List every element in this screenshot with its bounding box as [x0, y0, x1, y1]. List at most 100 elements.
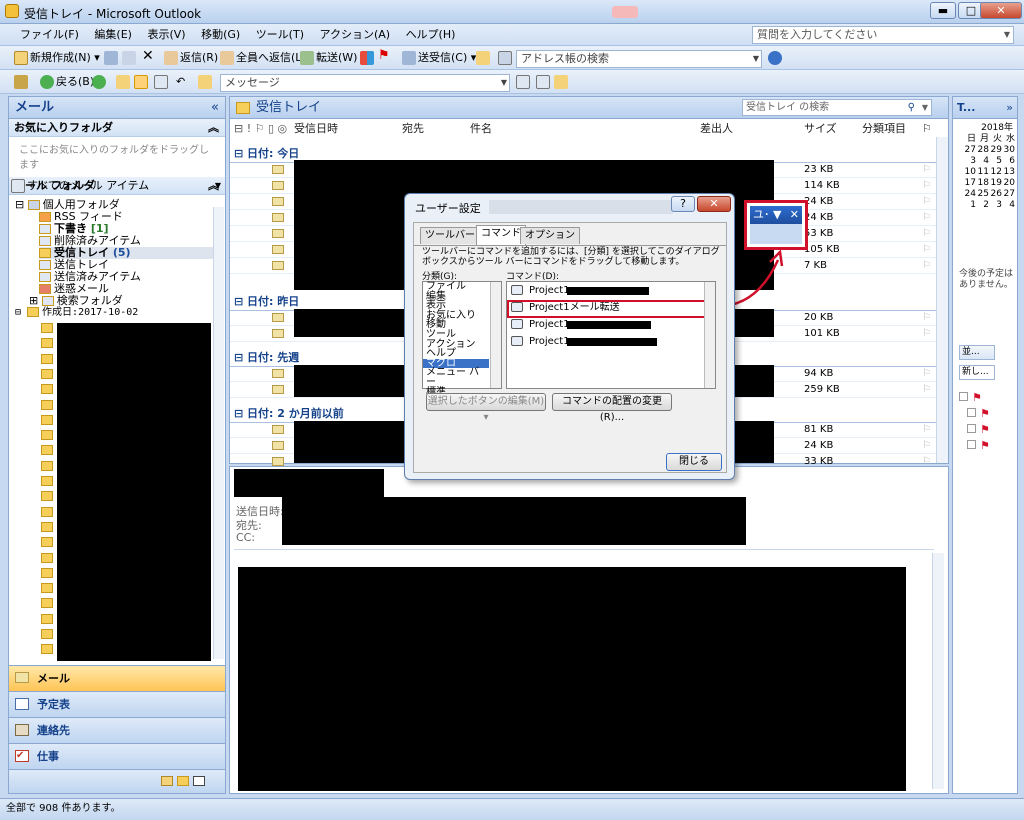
new-button[interactable]: 新規作成(N) ▾ [14, 50, 100, 66]
menu-actions[interactable]: アクション(A) [314, 24, 397, 46]
delete-button[interactable]: ✕ [142, 48, 154, 64]
col-subject[interactable]: 件名 [470, 121, 492, 137]
preview-button[interactable] [154, 74, 170, 90]
outlook-today-button[interactable] [14, 74, 30, 90]
chevron-down-icon[interactable]: ▼ [753, 51, 759, 67]
calendar-day[interactable]: 26 [989, 189, 1002, 200]
calendar-day[interactable]: 27 [1002, 189, 1015, 200]
task-checkbox[interactable] [967, 440, 976, 449]
toolbar-button-b[interactable] [536, 74, 552, 90]
flag-icon[interactable]: ⚐ [922, 368, 931, 379]
calendar-day[interactable]: 6 [1002, 156, 1015, 167]
categorize-button[interactable] [360, 50, 376, 66]
list-scrollbar[interactable] [936, 137, 948, 463]
flag-icon[interactable]: ⚐ [922, 212, 931, 223]
flag-icon[interactable]: ⚐ [922, 228, 931, 239]
followup-button[interactable]: ⚑ [378, 48, 390, 64]
chevron-down-icon[interactable]: ▼ [922, 100, 928, 115]
menu-help[interactable]: ヘルプ(H) [400, 24, 462, 46]
folder-archive[interactable]: ⊟ 作成日:2017-10-02 [15, 307, 138, 319]
reply-all-button[interactable]: 全員へ返信(L) [220, 50, 306, 66]
search-icon[interactable]: ⚲ [908, 100, 915, 115]
find-button[interactable] [476, 50, 492, 66]
rearrange-commands-button[interactable]: コマンドの配置の変更(R)... [552, 393, 672, 423]
calendar-day[interactable]: 12 [989, 167, 1002, 178]
back-button[interactable]: 戻る(B) [40, 74, 94, 90]
calendar-day[interactable]: 4 [976, 156, 989, 167]
dialog-close-button[interactable]: ✕ [697, 196, 731, 212]
nav-button-contacts[interactable]: 連絡先 [9, 717, 225, 743]
menu-edit[interactable]: 編集(E) [88, 24, 138, 46]
flag-icon[interactable]: ⚑ [980, 407, 990, 420]
collapse-icon[interactable]: « [211, 97, 219, 119]
forward-nav-button[interactable] [92, 74, 108, 90]
command-item[interactable]: Project1 [511, 284, 570, 298]
chevron-down-icon[interactable]: ▼ [501, 75, 507, 91]
chevron-up-icon[interactable]: ︽ [208, 119, 219, 137]
menu-tools[interactable]: ツール(T) [250, 24, 310, 46]
up-folder-button[interactable] [116, 74, 132, 90]
address-book-button[interactable] [498, 50, 514, 66]
menu-view[interactable]: 表示(V) [141, 24, 191, 46]
flag-icon[interactable]: ⚐ [922, 384, 931, 395]
category-item[interactable]: メニュー バー [423, 368, 489, 388]
flag-icon[interactable]: ⚐ [922, 260, 931, 271]
new-task-input[interactable]: 新し... [959, 365, 995, 380]
task-checkbox[interactable] [967, 424, 976, 433]
reply-button[interactable]: 返信(R) [164, 50, 218, 66]
col-flag[interactable]: ⚐ [922, 121, 932, 137]
col-size[interactable]: サイズ [804, 121, 837, 137]
help-question-input[interactable]: 質問を入力してください ▼ [752, 26, 1014, 44]
task-checkbox[interactable] [967, 408, 976, 417]
task-item[interactable]: ⚑ [959, 439, 990, 455]
dialog-close-action[interactable]: 閉じる [666, 453, 722, 471]
tab-commands[interactable]: コマンド [476, 225, 526, 245]
chevron-down-icon[interactable]: ▼ [773, 208, 781, 221]
flag-icon[interactable]: ⚑ [980, 423, 990, 436]
calendar-day[interactable]: 11 [976, 167, 989, 178]
edit-selected-button[interactable]: 選択したボタンの編集(M) ▾ [426, 393, 546, 423]
calendar-day[interactable]: 18 [976, 178, 989, 189]
dialog-help-button[interactable]: ? [671, 196, 695, 212]
flag-icon[interactable]: ⚐ [922, 424, 931, 435]
flag-icon[interactable]: ⚐ [922, 196, 931, 207]
calendar-day[interactable]: 3 [963, 156, 976, 167]
folder-search[interactable]: ⊞ 検索フォルダ [29, 295, 123, 307]
all-mail-items-dropdown[interactable]: すべてのメール アイテム ▼ [11, 177, 223, 195]
chevron-down-icon[interactable]: ▼ [215, 177, 221, 195]
outlook-app-icon[interactable] [5, 4, 19, 18]
col-category[interactable]: 分類項目 [862, 121, 906, 137]
calendar-day[interactable]: 2 [976, 200, 989, 211]
print-button[interactable] [104, 50, 120, 66]
calendar-day[interactable]: 10 [963, 167, 976, 178]
calendar-day[interactable]: 27 [963, 145, 976, 156]
message-combo[interactable]: メッセージ ▼ [220, 74, 510, 92]
calendar-day[interactable]: 30 [1002, 145, 1015, 156]
column-icons[interactable]: ⊟ ! ⚐ ▯ ◎ [234, 121, 287, 137]
command-item[interactable]: Project1 [511, 318, 570, 332]
toolbar-button-c[interactable] [554, 74, 570, 90]
flag-icon[interactable]: ⚐ [922, 328, 931, 339]
calendar-day[interactable]: 4 [1002, 200, 1015, 211]
commands-list[interactable]: Project1 Project1メール転送 Project1 Project1 [506, 281, 716, 389]
undo-button[interactable]: ↶ [176, 74, 185, 90]
nav-button-mail[interactable]: メール [9, 665, 225, 691]
forward-button[interactable]: 転送(W) [300, 50, 357, 66]
tab-options[interactable]: オプション [520, 227, 580, 244]
calendar-day[interactable]: 19 [989, 178, 1002, 189]
flag-icon[interactable]: ⚐ [922, 180, 931, 191]
calendar-day[interactable]: 29 [989, 145, 1002, 156]
flag-icon[interactable]: ⚑ [980, 439, 990, 452]
command-item[interactable]: Project1 [511, 335, 570, 349]
folder-scrollbar[interactable] [213, 207, 224, 659]
floating-toolbar-title[interactable]: ユ･ ▼ ✕ [750, 206, 802, 224]
categories-scrollbar[interactable] [490, 282, 501, 388]
chevron-down-icon[interactable]: ▼ [1004, 27, 1010, 43]
floating-macro-toolbar[interactable]: ユ･ ▼ ✕ [744, 200, 808, 250]
close-button[interactable]: ✕ [980, 2, 1022, 19]
calendar-day[interactable]: 25 [976, 189, 989, 200]
minimize-button[interactable]: ▬ [930, 2, 956, 19]
mini-calendar[interactable]: 2018年 日月火水 27 28 29 30 3 4 5 6 10 11 12 13 17 18 19 20 24… [957, 123, 1015, 219]
calendar-day[interactable]: 24 [963, 189, 976, 200]
categories-list[interactable]: ファイル編集表示お気に入り移動ツールアクションヘルプマクロメニュー バー標準 [422, 281, 502, 397]
